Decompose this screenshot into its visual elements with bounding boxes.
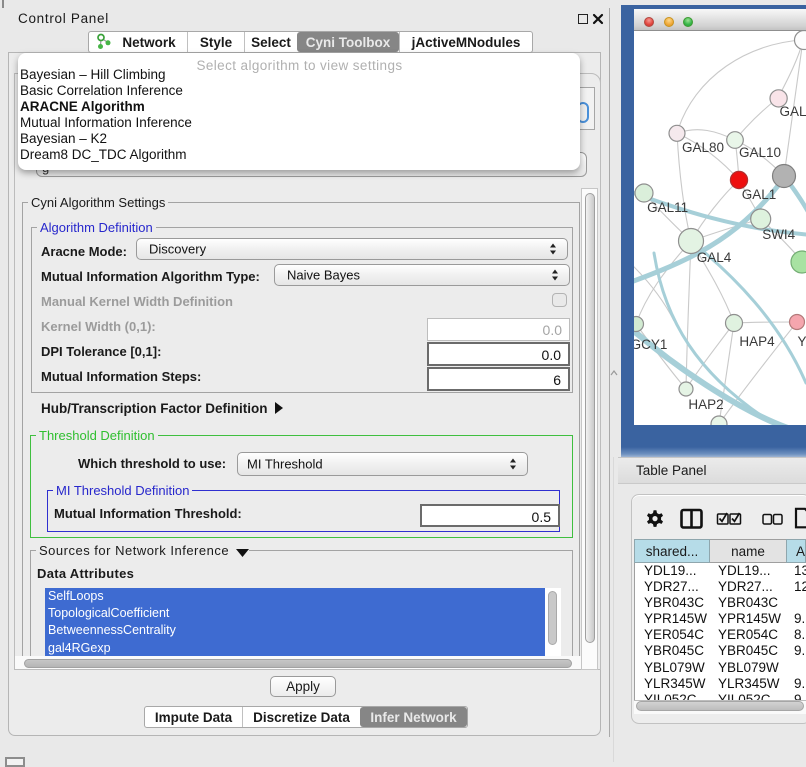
svg-text:GAL10: GAL10 xyxy=(739,145,781,160)
svg-text:Y: Y xyxy=(797,334,806,349)
svg-text:GAL11: GAL11 xyxy=(647,200,688,215)
svg-text:GAL: GAL xyxy=(779,104,806,119)
svg-text:SWI4: SWI4 xyxy=(762,227,795,242)
svg-text:GAL80: GAL80 xyxy=(682,140,724,155)
svg-text:GAL4: GAL4 xyxy=(697,250,732,265)
svg-text:GCY1: GCY1 xyxy=(634,337,667,352)
svg-text:GAL1: GAL1 xyxy=(742,187,777,202)
svg-text:HAP2: HAP2 xyxy=(688,397,723,412)
svg-text:HAP4: HAP4 xyxy=(739,334,775,349)
